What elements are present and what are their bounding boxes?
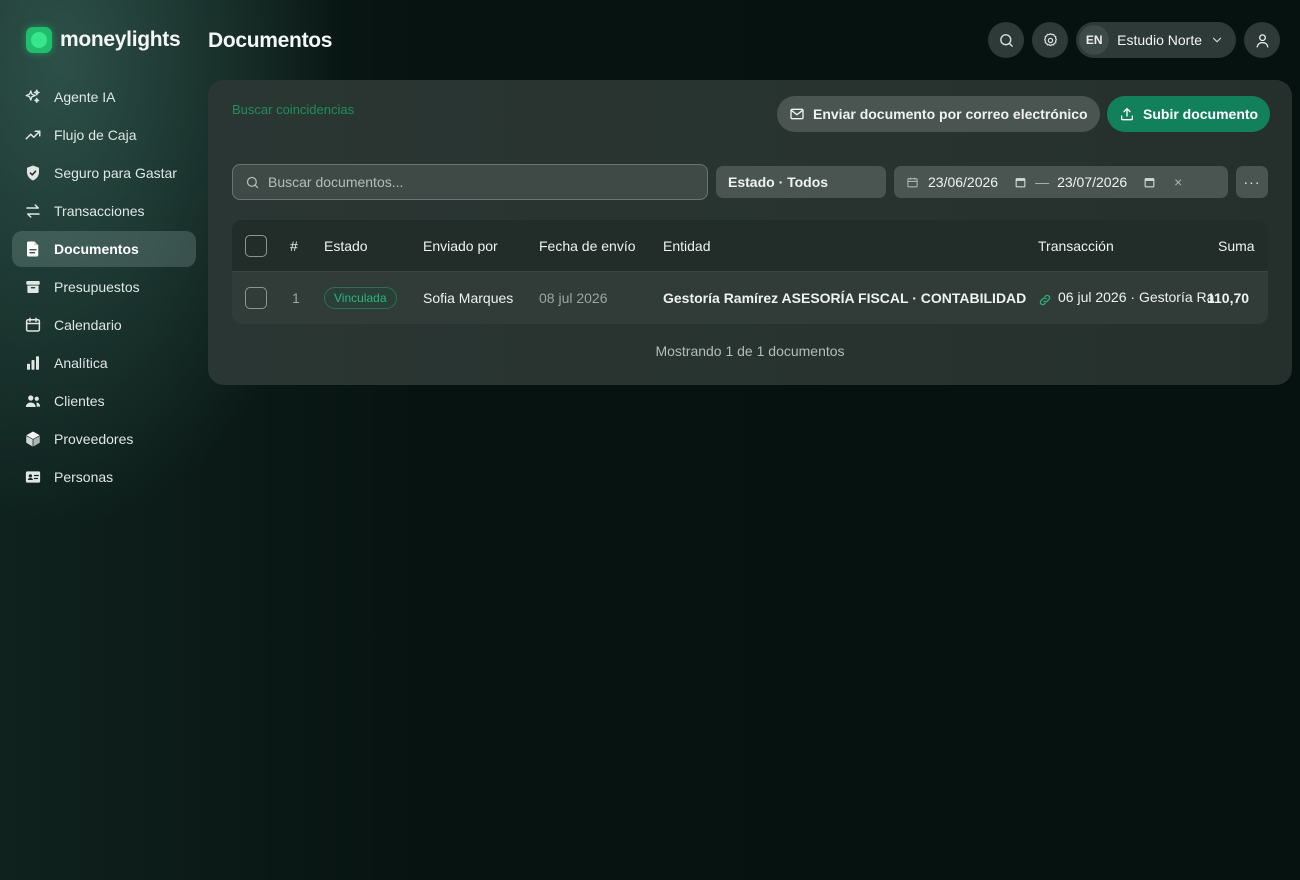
select-all-checkbox[interactable] xyxy=(245,234,267,257)
sidebar-item-presupuestos[interactable]: Presupuestos xyxy=(12,269,196,305)
archive-box-icon xyxy=(24,278,42,296)
date-from-input[interactable]: 23/06/2026 xyxy=(928,174,998,190)
app-logo[interactable]: moneylights xyxy=(26,27,181,53)
document-search[interactable] xyxy=(232,164,708,200)
sidebar-item-flujo-de-caja[interactable]: Flujo de Caja xyxy=(12,117,196,153)
sidebar-item-label: Proveedores xyxy=(54,431,134,447)
logo-mark-icon xyxy=(26,27,52,53)
entity-cell: Gestoría Ramírez ASESORÍA FISCAL · CONTA… xyxy=(663,290,1027,306)
results-count: Mostrando 1 de 1 documentos xyxy=(655,343,845,359)
bar-chart-icon xyxy=(24,354,42,372)
column-header-entity[interactable]: Entidad xyxy=(663,238,710,254)
sidebar-item-clientes[interactable]: Clientes xyxy=(12,383,196,419)
workspace-name: Estudio Norte xyxy=(1117,32,1202,48)
sidebar-item-label: Transacciones xyxy=(54,203,145,219)
sidebar-item-label: Personas xyxy=(54,469,114,485)
column-header-amount[interactable]: Suma xyxy=(1218,238,1255,254)
document-icon xyxy=(24,240,42,258)
shield-check-icon xyxy=(24,164,42,182)
sparkles-icon xyxy=(24,88,42,106)
workspace-switcher[interactable]: EN Estudio Norte xyxy=(1076,22,1236,58)
documents-table: # Estado Enviado por Fecha de envío Enti… xyxy=(232,220,1268,324)
row-checkbox[interactable] xyxy=(245,287,267,309)
email-document-button[interactable]: Enviar documento por correo electrónico xyxy=(777,96,1100,132)
column-header-transaction[interactable]: Transacción xyxy=(1038,238,1114,254)
transaction-cell[interactable]: 06 jul 2026 · Gestoría Ramírez xyxy=(1038,289,1214,308)
date-picker-icon[interactable] xyxy=(1143,176,1156,189)
arrows-swap-icon xyxy=(24,202,42,220)
sent-date-cell: 08 jul 2026 xyxy=(539,290,608,306)
table-header: # Estado Enviado por Fecha de envío Enti… xyxy=(232,220,1268,272)
column-header-sent-by[interactable]: Enviado por xyxy=(423,238,498,254)
more-options-button[interactable]: ··· xyxy=(1236,166,1268,198)
amount-cell: 110,70 xyxy=(1207,290,1250,306)
column-header-number[interactable]: # xyxy=(290,238,298,254)
user-icon xyxy=(1256,33,1268,48)
workspace-avatar: EN xyxy=(1079,25,1110,55)
sidebar-item-personas[interactable]: Personas xyxy=(12,459,196,495)
transaction-label: 06 jul 2026 · Gestoría Ramírez xyxy=(1058,288,1214,305)
link-icon xyxy=(1039,294,1051,305)
user-menu-button[interactable] xyxy=(1244,22,1280,58)
upload-document-button[interactable]: Subir documento xyxy=(1107,96,1271,132)
date-range-filter: 23/06/2026 — 23/07/2026 × xyxy=(894,166,1228,198)
clear-dates-icon[interactable]: × xyxy=(1174,174,1182,190)
row-number: 1 xyxy=(292,290,300,306)
column-header-status[interactable]: Estado xyxy=(324,238,368,254)
sidebar-item-agente-ia[interactable]: Agente IA xyxy=(12,79,196,115)
users-icon xyxy=(24,392,42,410)
page-title: Documentos xyxy=(208,29,333,52)
sidebar-item-transacciones[interactable]: Transacciones xyxy=(12,193,196,229)
calendar-icon xyxy=(907,177,918,187)
sidebar-item-label: Calendario xyxy=(54,317,122,333)
sent-by-cell: Sofia Marques xyxy=(423,290,514,306)
top-right-controls: EN Estudio Norte xyxy=(988,22,1280,58)
date-separator: — xyxy=(1035,174,1050,190)
documents-panel: Buscar coincidencias Enviar documento po… xyxy=(208,80,1292,385)
date-to-input[interactable]: 23/07/2026 xyxy=(1057,174,1127,190)
upload-document-label: Subir documento xyxy=(1143,106,1259,122)
calendar-icon xyxy=(24,316,42,334)
date-picker-icon[interactable] xyxy=(1014,176,1027,189)
sidebar-item-analitica[interactable]: Analítica xyxy=(12,345,196,381)
sidebar-item-label: Presupuestos xyxy=(54,279,140,295)
sidebar-item-seguro-para-gastar[interactable]: Seguro para Gastar xyxy=(12,155,196,191)
sidebar-nav: Agente IA Flujo de Caja Seguro para Gast… xyxy=(12,79,196,497)
app-name: moneylights xyxy=(60,28,181,51)
search-icon xyxy=(999,33,1013,47)
find-matches-link[interactable]: Buscar coincidencias xyxy=(232,102,354,117)
sidebar-item-documentos[interactable]: Documentos xyxy=(12,231,196,267)
cube-icon xyxy=(24,430,42,448)
search-icon xyxy=(246,176,259,188)
status-filter-select[interactable]: Estado · Todos xyxy=(716,166,886,198)
search-button[interactable] xyxy=(988,22,1025,58)
sidebar-item-label: Analítica xyxy=(54,355,108,371)
email-document-label: Enviar documento por correo electrónico xyxy=(813,106,1088,122)
status-badge: Vinculada xyxy=(324,287,397,309)
sidebar-item-label: Documentos xyxy=(54,241,139,257)
gear-icon xyxy=(1043,32,1057,46)
envelope-icon xyxy=(790,108,804,120)
column-header-sent-date[interactable]: Fecha de envío xyxy=(539,238,636,254)
id-card-icon xyxy=(24,468,42,486)
sidebar-item-label: Agente IA xyxy=(54,89,116,105)
sidebar-item-calendario[interactable]: Calendario xyxy=(12,307,196,343)
upload-icon xyxy=(1121,108,1133,121)
sidebar-item-label: Seguro para Gastar xyxy=(54,165,177,181)
settings-button[interactable] xyxy=(1032,22,1069,58)
sidebar-item-label: Clientes xyxy=(54,393,105,409)
trend-up-icon xyxy=(24,126,42,144)
sidebar-item-proveedores[interactable]: Proveedores xyxy=(12,421,196,457)
chevron-down-icon xyxy=(1210,33,1224,47)
table-row[interactable]: 1 Vinculada Sofia Marques 08 jul 2026 Ge… xyxy=(232,272,1268,324)
sidebar-item-label: Flujo de Caja xyxy=(54,127,137,143)
search-input[interactable] xyxy=(268,174,688,190)
